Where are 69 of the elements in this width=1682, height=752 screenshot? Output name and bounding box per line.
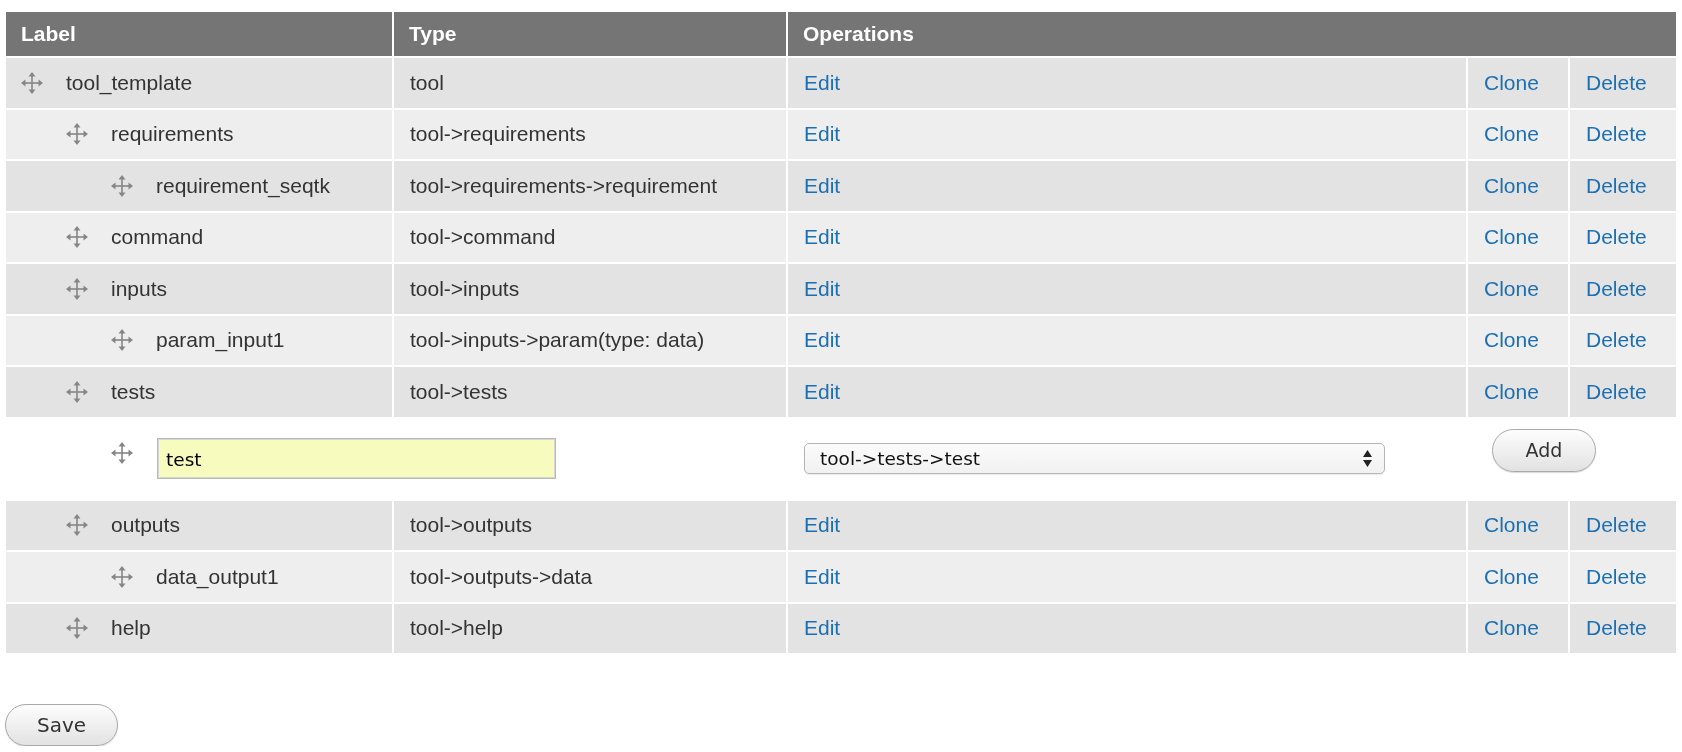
delete-link[interactable]: Delete — [1586, 513, 1647, 538]
move-icon[interactable] — [66, 514, 88, 537]
clone-link[interactable]: Clone — [1484, 379, 1539, 404]
row-label: param_input1 — [156, 328, 285, 353]
clone-link[interactable]: Clone — [1484, 122, 1539, 147]
column-header: Label — [6, 12, 392, 56]
save-button[interactable]: Save — [5, 704, 118, 746]
row-label: tests — [111, 379, 156, 404]
table-cell: tool->inputs — [394, 264, 786, 314]
clone-link[interactable]: Clone — [1484, 328, 1539, 353]
move-icon[interactable] — [21, 71, 43, 94]
clone-link[interactable]: Clone — [1484, 513, 1539, 538]
edit-link[interactable]: Edit — [804, 122, 841, 147]
row-label: command — [111, 225, 204, 250]
up-down-arrows-icon — [1363, 450, 1372, 467]
delete-link[interactable]: Delete — [1586, 564, 1647, 589]
delete-link[interactable]: Delete — [1586, 379, 1647, 404]
delete-link[interactable]: Delete — [1586, 173, 1647, 198]
delete-link[interactable]: Delete — [1586, 276, 1647, 301]
table-cell: tool->command — [394, 212, 786, 262]
clone-link[interactable]: Clone — [1484, 70, 1539, 95]
type-select[interactable]: tool->tests->test — [804, 443, 1385, 474]
row-label: tool_template — [66, 70, 193, 95]
edit-link[interactable]: Edit — [804, 513, 841, 538]
clone-link[interactable]: Clone — [1484, 276, 1539, 301]
clone-link[interactable]: Clone — [1484, 225, 1539, 250]
move-icon[interactable] — [66, 277, 88, 300]
delete-link[interactable]: Delete — [1586, 70, 1647, 95]
move-icon[interactable] — [66, 226, 88, 249]
column-header: Operations — [788, 12, 1676, 56]
row-label: help — [111, 616, 151, 641]
row-label: requirements — [111, 122, 234, 147]
table-cell: tool->inputs->param(type: data) — [394, 315, 786, 365]
clone-link[interactable]: Clone — [1484, 173, 1539, 198]
move-icon[interactable] — [66, 617, 88, 640]
move-icon[interactable] — [66, 123, 88, 146]
row-label: requirement_seqtk — [156, 173, 330, 198]
edit-link[interactable]: Edit — [804, 173, 841, 198]
move-icon[interactable] — [111, 441, 133, 464]
row-label: data_output1 — [156, 564, 279, 589]
delete-link[interactable]: Delete — [1586, 328, 1647, 353]
edit-link[interactable]: Edit — [804, 564, 841, 589]
row-label: inputs — [111, 276, 168, 301]
move-icon[interactable] — [111, 329, 133, 352]
row-label: outputs — [111, 513, 180, 538]
name-input[interactable]: test — [157, 438, 556, 479]
table-cell: tool->requirements->requirement — [394, 161, 786, 211]
table-cell: tool->tests — [394, 367, 786, 417]
table-cell: tool->outputs->data — [394, 552, 786, 602]
clone-link[interactable]: Clone — [1484, 616, 1539, 641]
delete-link[interactable]: Delete — [1586, 225, 1647, 250]
add-button[interactable]: Add — [1492, 428, 1596, 472]
edit-link[interactable]: Edit — [804, 379, 841, 404]
edit-link[interactable]: Edit — [804, 616, 841, 641]
table-cell: tool->help — [394, 603, 786, 653]
delete-link[interactable]: Delete — [1586, 122, 1647, 147]
move-icon[interactable] — [66, 380, 88, 403]
table-cell: tool->requirements — [394, 109, 786, 159]
move-icon[interactable] — [111, 174, 133, 197]
move-icon[interactable] — [111, 565, 133, 588]
clone-link[interactable]: Clone — [1484, 564, 1539, 589]
edit-link[interactable]: Edit — [804, 328, 841, 353]
edit-link[interactable]: Edit — [804, 276, 841, 301]
edit-link[interactable]: Edit — [804, 225, 841, 250]
delete-link[interactable]: Delete — [1586, 616, 1647, 641]
table-cell: tool->outputs — [394, 500, 786, 550]
table-cell: tool — [394, 58, 786, 108]
edit-link[interactable]: Edit — [804, 70, 841, 95]
column-header: Type — [394, 12, 786, 56]
